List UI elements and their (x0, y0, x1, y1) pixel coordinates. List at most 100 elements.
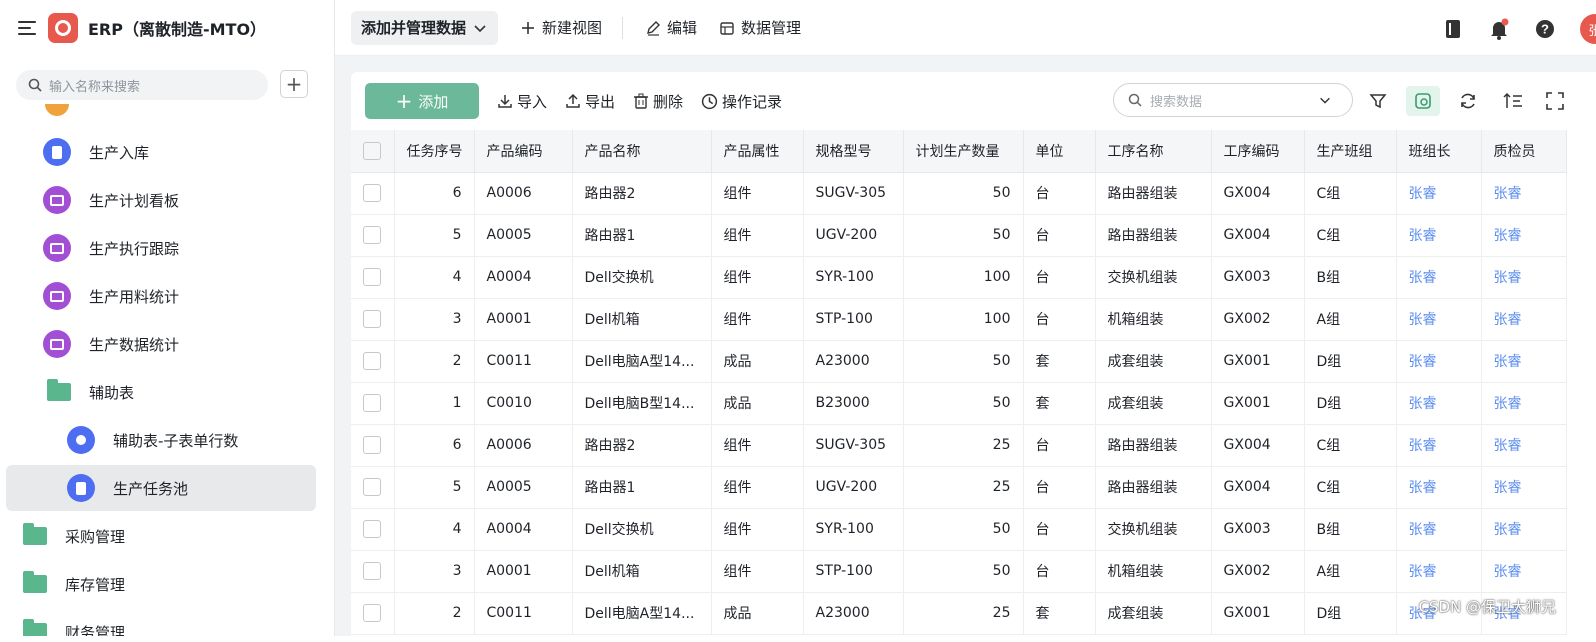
table-cell: Dell交换机 (572, 508, 712, 551)
filter-icon[interactable] (1366, 89, 1390, 113)
sidebar-item-production-in[interactable]: 生产入库 (6, 129, 316, 175)
row-checkbox[interactable] (351, 424, 395, 467)
book-icon[interactable] (1442, 18, 1464, 40)
help-icon[interactable]: ? (1534, 18, 1556, 40)
table-row[interactable]: 2 C0011 Dell电脑A型14... 成品 A23000 25 套成套组装 GX001 D… (351, 592, 1567, 635)
user-link-cell[interactable]: 张睿 (1481, 298, 1567, 341)
column-header[interactable]: 计划生产数量 (903, 130, 1024, 173)
table-cell: C组 (1304, 172, 1397, 215)
select-all-checkbox[interactable] (351, 130, 395, 173)
column-header[interactable]: 工序名称 (1095, 130, 1212, 173)
user-link-cell[interactable]: 张睿 (1481, 466, 1567, 509)
fullscreen-icon[interactable] (1543, 89, 1567, 113)
table-cell: Dell机箱 (572, 550, 712, 593)
sidebar-item-material-stats[interactable]: 生产用料统计 (6, 273, 316, 319)
sidebar-item-execution-track[interactable]: 生产执行跟踪 (6, 225, 316, 271)
table-cell: A23000 (803, 340, 904, 383)
delete-button[interactable]: 删除 (633, 91, 683, 112)
user-link-cell[interactable]: 张睿 (1396, 172, 1482, 215)
user-link-cell[interactable]: 张睿 (1396, 424, 1482, 467)
user-link-cell[interactable]: 张睿 (1396, 466, 1482, 509)
table-row[interactable]: 3 A0001 Dell机箱 组件 STP-100 100 台机箱组装 GX002 A组 张睿 张睿 (351, 298, 1567, 341)
table-cell: D组 (1304, 592, 1397, 635)
table-cell: 3 (394, 298, 475, 341)
column-header[interactable]: 产品名称 (572, 130, 712, 173)
column-header[interactable]: 产品编码 (474, 130, 573, 173)
avatar[interactable]: 张 (1580, 14, 1596, 44)
table-search-input[interactable]: 搜索数据 (1113, 83, 1353, 117)
table-cell: 25 (903, 592, 1024, 635)
add-manage-data-dropdown[interactable]: 添加并管理数据 (351, 10, 499, 45)
row-checkbox[interactable] (351, 592, 395, 635)
column-header[interactable]: 规格型号 (803, 130, 904, 173)
data-manage-button[interactable]: 数据管理 (719, 17, 801, 38)
row-checkbox[interactable] (351, 214, 395, 257)
row-checkbox[interactable] (351, 340, 395, 383)
history-button[interactable]: 操作记录 (701, 91, 782, 112)
table-row[interactable]: 1 C0010 Dell电脑B型14... 成品 B23000 50 套成套组装 GX001 D… (351, 382, 1567, 425)
table-row[interactable]: 5 A0005 路由器1 组件 UGV-200 25 台路由器组装 GX004 C组 张睿 张睿 (351, 466, 1567, 509)
table-row[interactable]: 3 A0001 Dell机箱 组件 STP-100 50 台机箱组装 GX002 A组 张睿 张睿 (351, 550, 1567, 593)
sort-icon[interactable] (1501, 89, 1525, 113)
row-checkbox[interactable] (351, 298, 395, 341)
add-record-button[interactable]: + 添加 (365, 83, 479, 119)
table-cell: 成套组装 (1095, 340, 1212, 383)
column-header[interactable]: 班组长 (1396, 130, 1482, 173)
table-row[interactable]: 5 A0005 路由器1 组件 UGV-200 50 台路由器组装 GX004 C组 张睿 张睿 (351, 214, 1567, 257)
sidebar-folder-finance[interactable]: 财务管理 (6, 609, 316, 636)
table-row[interactable]: 4 A0004 Dell交换机 组件 SYR-100 50 台交换机组装 GX003 B组 张睿张… (351, 508, 1567, 551)
hamburger-menu-icon[interactable] (18, 21, 36, 35)
user-link-cell[interactable]: 张睿 (1396, 214, 1482, 257)
row-checkbox[interactable] (351, 256, 395, 299)
row-checkbox[interactable] (351, 172, 395, 215)
row-checkbox[interactable] (351, 382, 395, 425)
edit-button[interactable]: 编辑 (645, 17, 697, 38)
sidebar-item-label: 生产用料统计 (89, 287, 180, 306)
sidebar-search-input[interactable]: 输入名称来搜索 (16, 70, 268, 100)
sidebar-item-task-pool[interactable]: 生产任务池 (6, 465, 316, 511)
user-link-cell[interactable]: 张睿 (1396, 256, 1482, 299)
table-row[interactable]: 6 A0006 路由器2 组件 SUGV-305 50 台路由器组装 GX004 C组 张睿 张睿 (351, 172, 1567, 215)
row-checkbox[interactable] (351, 466, 395, 509)
table-row[interactable]: 2 C0011 Dell电脑A型14... 成品 A23000 50 套成套组装 GX001 D… (351, 340, 1567, 383)
sidebar-item-data-stats[interactable]: 生产数据统计 (6, 321, 316, 367)
sidebar-item-aux-subform[interactable]: 辅助表-子表单行数 (6, 417, 316, 463)
column-header[interactable]: 工序编码 (1211, 130, 1305, 173)
sidebar-folder-inventory[interactable]: 库存管理 (6, 561, 316, 607)
user-link-cell[interactable]: 张睿 (1396, 340, 1482, 383)
app-title: ERP（离散制造-MTO） (88, 20, 267, 39)
refresh-icon[interactable] (1456, 89, 1480, 113)
column-header[interactable]: 单位 (1023, 130, 1096, 173)
row-checkbox[interactable] (351, 508, 395, 551)
import-button[interactable]: 导入 (497, 91, 547, 112)
dashboard-icon (43, 330, 71, 358)
user-link-cell[interactable]: 张睿 (1481, 382, 1567, 425)
table-row[interactable]: 6 A0006 路由器2 组件 SUGV-305 25 台路由器组装 GX004 C组 张睿 张睿 (351, 424, 1567, 467)
user-link-cell[interactable]: 张睿 (1396, 550, 1482, 593)
column-header[interactable]: 任务序号 (394, 130, 475, 173)
user-link-cell[interactable]: 张睿 (1481, 550, 1567, 593)
view-toggle-icon[interactable] (1406, 86, 1440, 116)
column-header[interactable]: 产品属性 (711, 130, 804, 173)
sidebar-folder-auxiliary[interactable]: 辅助表 (6, 369, 316, 415)
user-link-cell[interactable]: 张睿 (1481, 340, 1567, 383)
sidebar-item-plan-board[interactable]: 生产计划看板 (6, 177, 316, 223)
user-link-cell[interactable]: 张睿 (1481, 424, 1567, 467)
export-button[interactable]: 导出 (565, 91, 615, 112)
column-header[interactable]: 质检员 (1481, 130, 1567, 173)
sidebar-folder-purchase[interactable]: 采购管理 (6, 513, 316, 559)
user-link-cell[interactable]: 张睿 (1481, 214, 1567, 257)
row-checkbox[interactable] (351, 550, 395, 593)
add-item-button[interactable]: + (280, 70, 308, 98)
user-link-cell[interactable]: 张睿 (1481, 172, 1567, 215)
new-view-button[interactable]: 新建视图 (520, 17, 602, 38)
bell-icon[interactable] (1488, 18, 1510, 40)
table-cell: GX002 (1211, 550, 1305, 593)
user-link-cell[interactable]: 张睿 (1396, 382, 1482, 425)
user-link-cell[interactable]: 张睿 (1481, 508, 1567, 551)
user-link-cell[interactable]: 张睿 (1396, 508, 1482, 551)
column-header[interactable]: 生产班组 (1304, 130, 1397, 173)
user-link-cell[interactable]: 张睿 (1481, 256, 1567, 299)
table-row[interactable]: 4 A0004 Dell交换机 组件 SYR-100 100 台交换机组装 GX003 B组 张睿… (351, 256, 1567, 299)
user-link-cell[interactable]: 张睿 (1396, 298, 1482, 341)
